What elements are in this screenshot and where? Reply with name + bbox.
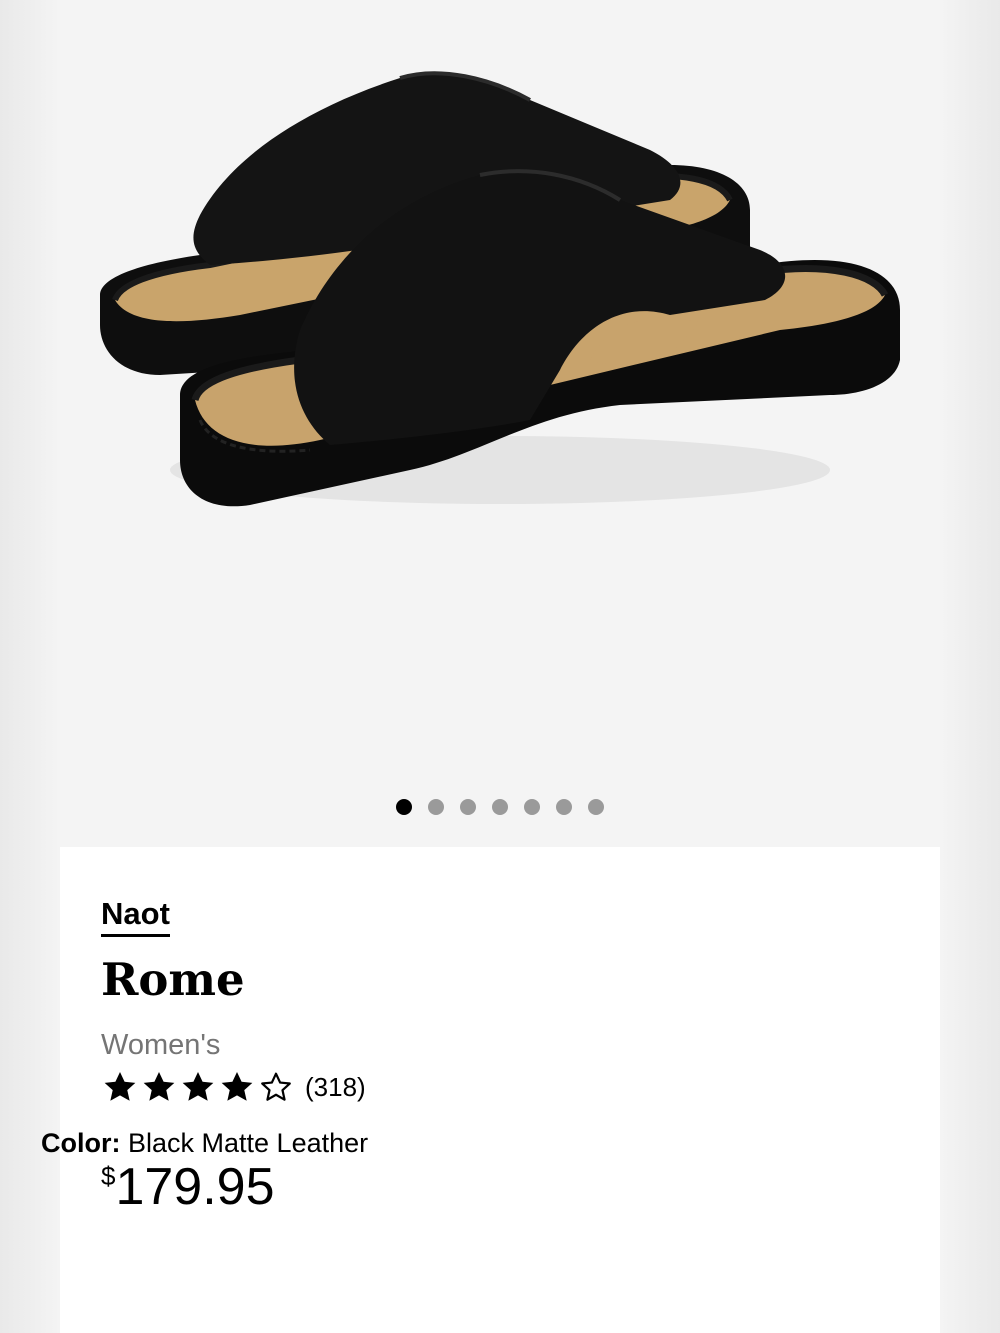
brand-link[interactable]: Naot	[101, 895, 170, 937]
star-filled-icon	[143, 1071, 175, 1101]
star-empty-icon	[261, 1072, 291, 1101]
star-filled-icon	[104, 1071, 136, 1101]
pagination-dot-4[interactable]	[492, 799, 508, 815]
product-rating[interactable]: (318)	[101, 1065, 366, 1109]
color-value: Black Matte Leather	[128, 1128, 369, 1158]
rating-stars	[101, 1068, 295, 1106]
review-count[interactable]: (318)	[305, 1069, 366, 1105]
pagination-dot-6[interactable]	[556, 799, 572, 815]
image-pagination-dots	[0, 797, 1000, 817]
price-currency: $	[101, 1161, 116, 1191]
pagination-dot-1[interactable]	[396, 799, 412, 815]
pagination-dot-3[interactable]	[460, 799, 476, 815]
product-info-card: Naot Rome Women's (318) $ 179.95	[60, 847, 940, 1333]
product-name: Rome	[101, 953, 245, 1006]
star-filled-icon	[182, 1071, 214, 1101]
product-image-gallery[interactable]	[60, 0, 940, 768]
price-amount: 179.95	[115, 1158, 275, 1216]
pagination-dot-2[interactable]	[428, 799, 444, 815]
color-selection: Color: Black Matte Leather	[41, 1126, 368, 1160]
star-filled-icon	[221, 1071, 253, 1101]
product-price: $ 179.95	[101, 1157, 275, 1217]
product-gender: Women's	[101, 1029, 221, 1061]
pagination-dot-5[interactable]	[524, 799, 540, 815]
product-image[interactable]	[60, 0, 940, 768]
product-page: Naot Rome Women's (318) $ 179.95 Color: …	[0, 0, 1000, 1333]
color-label: Color:	[41, 1128, 121, 1158]
pagination-dot-7[interactable]	[588, 799, 604, 815]
